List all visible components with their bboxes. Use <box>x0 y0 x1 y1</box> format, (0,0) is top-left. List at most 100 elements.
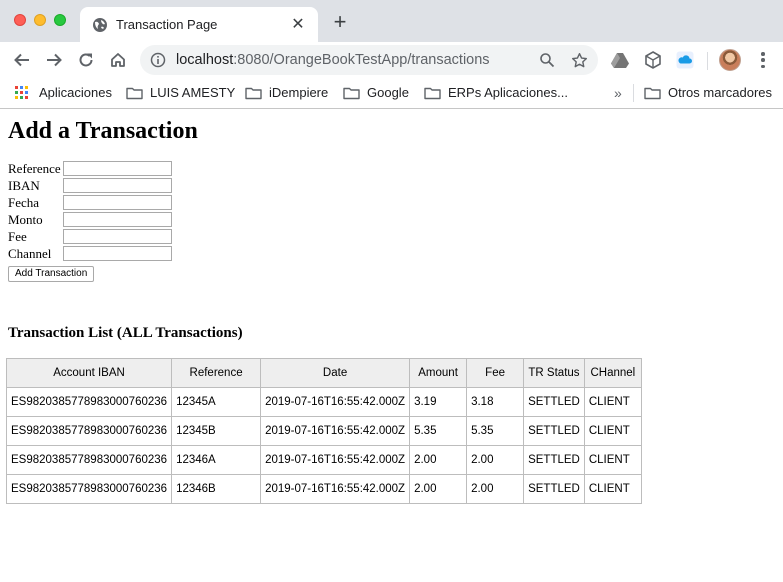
cell-date: 2019-07-16T16:55:42.000Z <box>260 387 411 417</box>
cell-reference: 12345B <box>171 416 262 446</box>
browser-toolbar: localhost:8080/OrangeBookTestApp/transac… <box>0 42 783 78</box>
reload-icon <box>79 53 93 67</box>
table-row: ES9820385778983000760236 12345B 2019-07-… <box>5 416 642 446</box>
channel-label: Channel <box>8 246 52 261</box>
bookmark-star-icon[interactable] <box>570 51 588 69</box>
channel-input[interactable] <box>63 246 172 261</box>
folder-icon <box>126 87 143 99</box>
toolbar-separator <box>707 52 708 70</box>
tab-strip: Transaction Page ✕ + <box>0 0 783 42</box>
column-header-status: TR Status <box>523 358 585 388</box>
google-drive-icon[interactable] <box>611 51 629 69</box>
cell-fee: 2.00 <box>466 474 525 504</box>
bookmark-apps[interactable]: Aplicaciones <box>15 85 112 100</box>
add-transaction-button[interactable]: Add Transaction <box>8 266 95 282</box>
bookmark-folder-erps[interactable]: ERPs Aplicaciones... <box>424 85 568 100</box>
cell-amount: 2.00 <box>409 445 468 475</box>
column-header-reference: Reference <box>171 358 262 388</box>
page-content: Add a Transaction Reference IBAN Fecha M… <box>0 117 783 504</box>
fecha-input[interactable] <box>63 195 172 210</box>
cell-channel: CLIENT <box>583 445 642 475</box>
window-controls <box>14 14 66 26</box>
cell-channel: CLIENT <box>583 387 642 417</box>
bookmarks-bar: Aplicaciones LUIS AMESTY iDempiere Googl… <box>0 78 783 109</box>
bookmarks-separator <box>633 84 634 102</box>
fecha-label: Fecha <box>8 195 40 210</box>
home-button[interactable] <box>108 50 128 70</box>
table-header-row: Account IBAN Reference Date Amount Fee T… <box>5 358 642 388</box>
minimize-window-button[interactable] <box>34 14 46 26</box>
table-row: ES9820385778983000760236 12346A 2019-07-… <box>5 445 642 475</box>
bookmark-folder-luis-amesty[interactable]: LUIS AMESTY <box>126 85 235 100</box>
cell-account-iban: ES9820385778983000760236 <box>5 474 173 504</box>
table-row: ES9820385778983000760236 12346B 2019-07-… <box>5 474 642 504</box>
iban-label: IBAN <box>8 178 40 193</box>
monto-input[interactable] <box>63 212 172 227</box>
bookmark-folder-idempiere[interactable]: iDempiere <box>245 85 328 100</box>
table-row: ES9820385778983000760236 12345A 2019-07-… <box>5 387 642 417</box>
cell-reference: 12345A <box>171 387 262 417</box>
tab-title: Transaction Page <box>116 17 218 32</box>
cell-date: 2019-07-16T16:55:42.000Z <box>260 474 411 504</box>
forward-button[interactable] <box>44 50 64 70</box>
cell-amount: 5.35 <box>409 416 468 446</box>
column-header-fee: Fee <box>466 358 525 388</box>
reload-button[interactable] <box>76 50 96 70</box>
zoom-search-icon[interactable] <box>538 51 556 69</box>
reference-input[interactable] <box>63 161 172 176</box>
zoom-window-button[interactable] <box>54 14 66 26</box>
fee-label: Fee <box>8 229 27 244</box>
cell-date: 2019-07-16T16:55:42.000Z <box>260 445 411 475</box>
column-header-channel: CHannel <box>583 358 642 388</box>
monto-label: Monto <box>8 212 43 227</box>
iban-input[interactable] <box>63 178 172 193</box>
cell-fee: 3.18 <box>466 387 525 417</box>
cell-status: SETTLED <box>523 445 585 475</box>
bookmarks-overflow-button[interactable]: » <box>614 85 622 101</box>
cell-amount: 2.00 <box>409 474 468 504</box>
apps-grid-icon <box>15 85 29 100</box>
bookmark-folder-google[interactable]: Google <box>343 85 409 100</box>
folder-icon <box>424 87 441 99</box>
transactions-table: Account IBAN Reference Date Amount Fee T… <box>5 358 642 504</box>
url-path: :8080/OrangeBookTestApp/transactions <box>233 52 490 68</box>
cell-status: SETTLED <box>523 387 585 417</box>
browser-tab-active[interactable]: Transaction Page ✕ <box>80 7 318 42</box>
reference-label: Reference <box>8 161 61 176</box>
address-bar[interactable]: localhost:8080/OrangeBookTestApp/transac… <box>140 45 598 75</box>
bookmark-label: Google <box>367 85 409 100</box>
transaction-form: Reference IBAN Fecha Monto Fee Channel A… <box>8 161 775 282</box>
cloud-extension-icon[interactable] <box>676 51 694 69</box>
bookmark-label: iDempiere <box>269 85 329 100</box>
cell-amount: 3.19 <box>409 387 468 417</box>
cell-status: SETTLED <box>523 474 585 504</box>
bookmark-label: LUIS AMESTY <box>150 85 236 100</box>
new-tab-button[interactable]: + <box>328 10 352 34</box>
folder-icon <box>644 87 661 99</box>
cell-date: 2019-07-16T16:55:42.000Z <box>260 416 411 446</box>
info-icon[interactable] <box>150 52 166 68</box>
cell-fee: 5.35 <box>466 416 525 446</box>
cell-status: SETTLED <box>523 416 585 446</box>
cell-reference: 12346A <box>171 445 262 475</box>
folder-icon <box>245 87 262 99</box>
column-header-date: Date <box>260 358 411 388</box>
cell-fee: 2.00 <box>466 445 525 475</box>
arrow-right-icon <box>47 53 62 67</box>
column-header-amount: Amount <box>409 358 468 388</box>
bookmark-label: ERPs Aplicaciones... <box>448 85 568 100</box>
fee-input[interactable] <box>63 229 172 244</box>
column-header-account-iban: Account IBAN <box>5 358 173 388</box>
chrome-menu-icon[interactable] <box>755 51 771 69</box>
close-tab-icon[interactable]: ✕ <box>290 16 306 33</box>
folder-icon <box>343 87 360 99</box>
close-window-button[interactable] <box>14 14 26 26</box>
cell-account-iban: ES9820385778983000760236 <box>5 416 173 446</box>
arrow-left-icon <box>14 53 29 67</box>
profile-avatar[interactable] <box>719 49 741 71</box>
bookmark-folder-other[interactable]: Otros marcadores <box>644 85 772 100</box>
back-button[interactable] <box>12 50 32 70</box>
cube-extension-icon[interactable] <box>644 51 662 69</box>
bookmark-label: Otros marcadores <box>668 85 773 100</box>
cell-channel: CLIENT <box>583 474 642 504</box>
